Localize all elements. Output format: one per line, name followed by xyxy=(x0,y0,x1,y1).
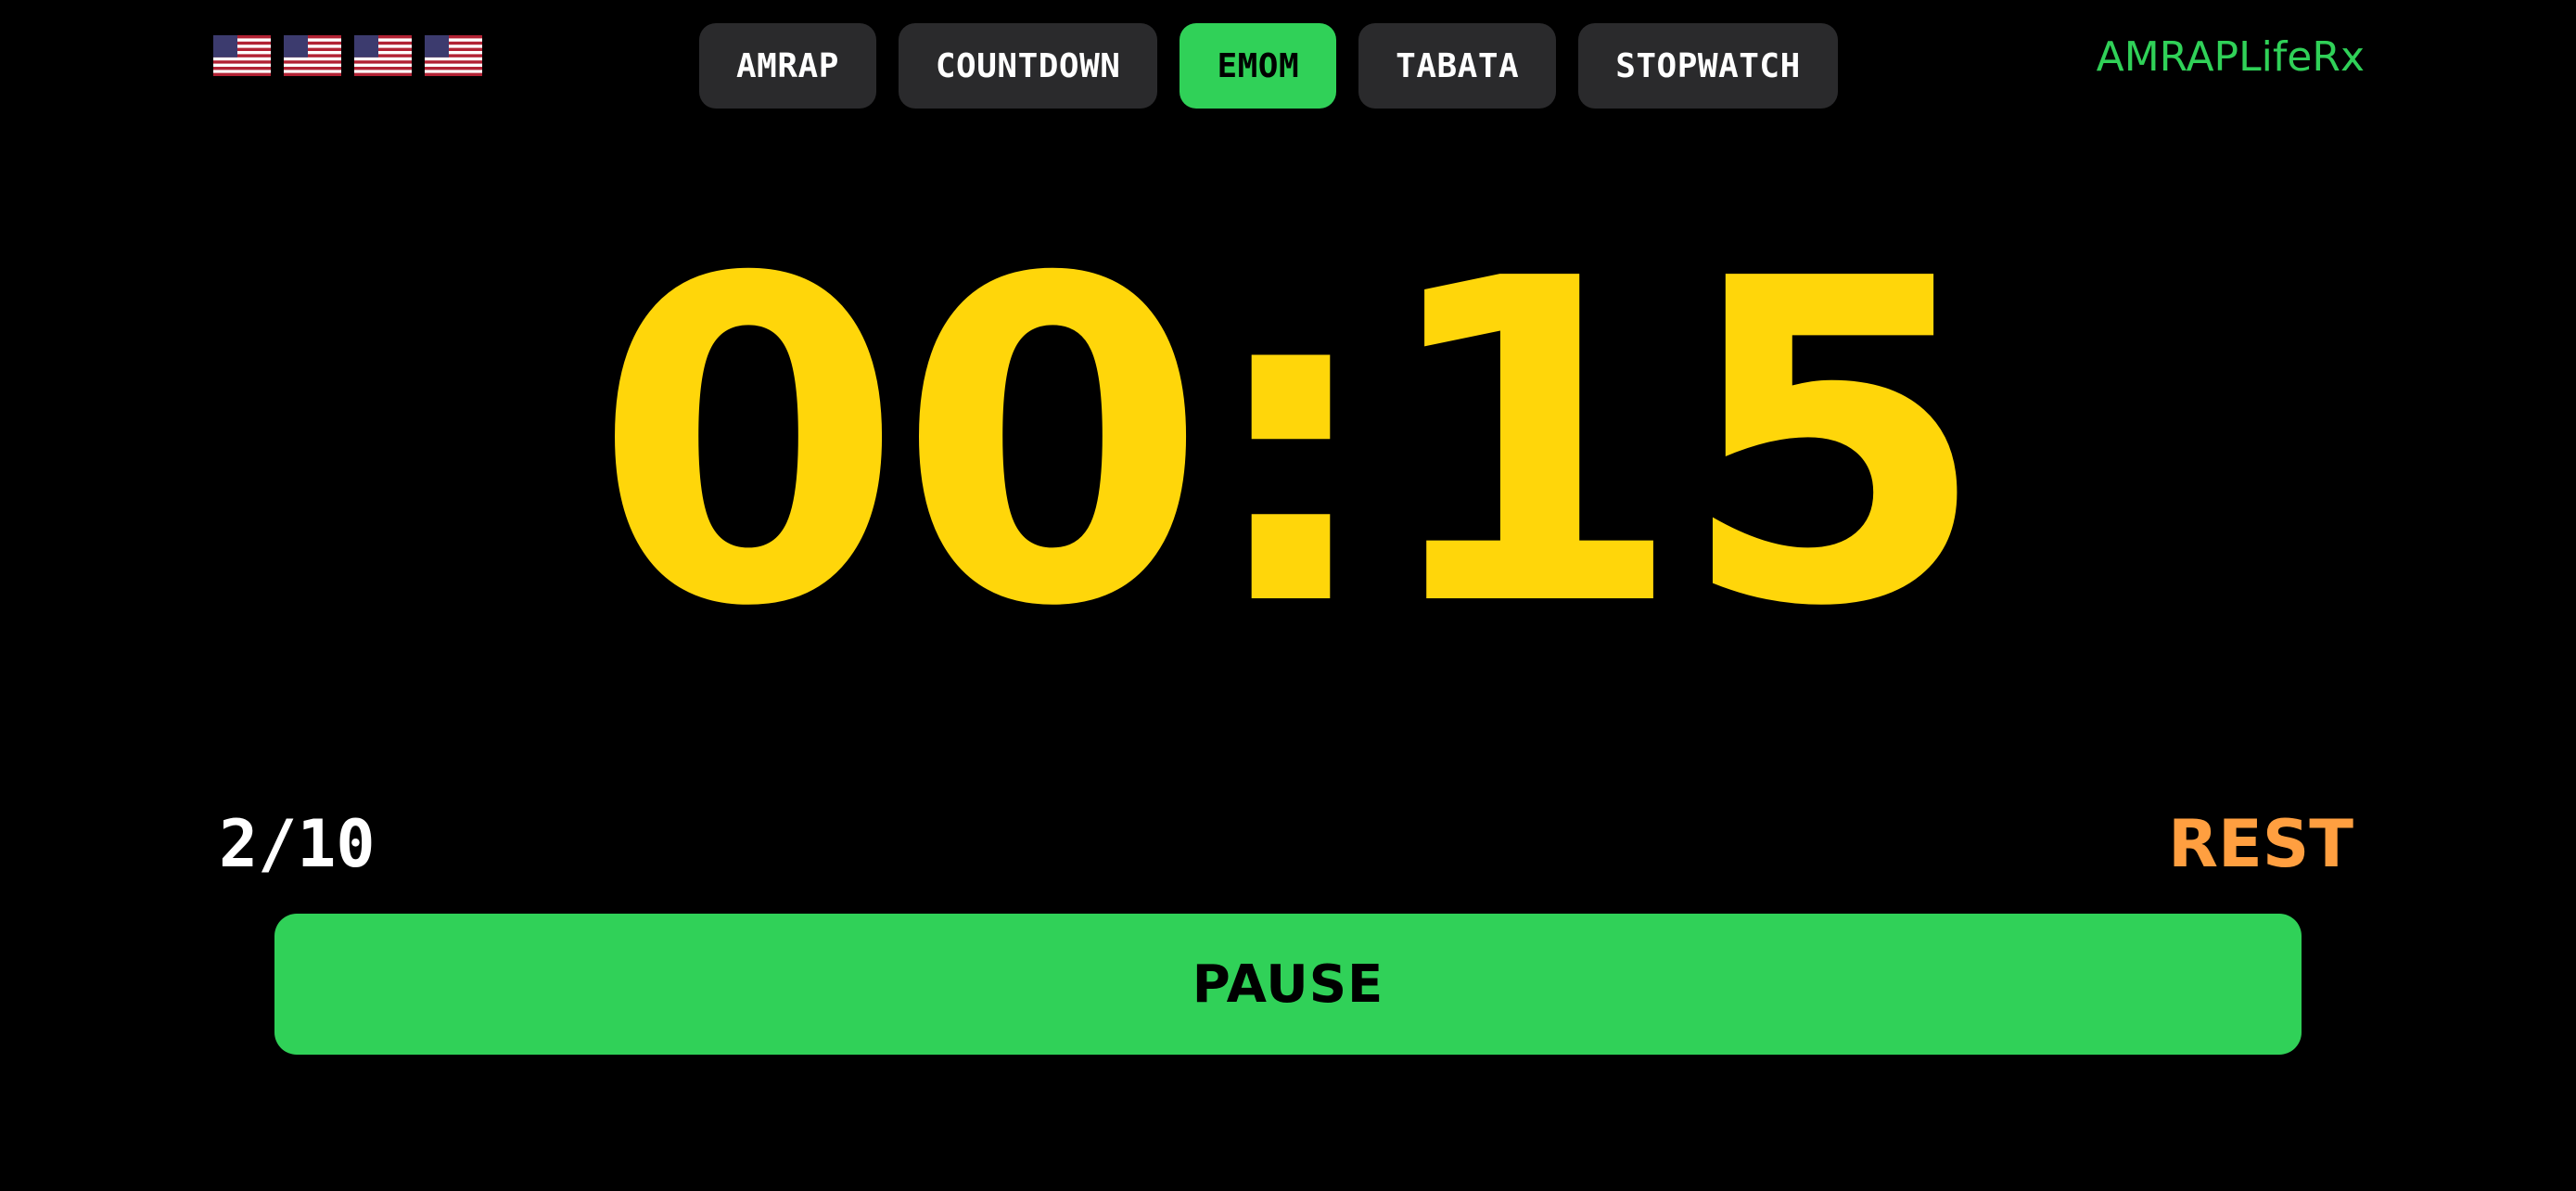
language-flags xyxy=(213,35,482,76)
round-counter: 2/10 xyxy=(219,806,376,882)
us-flag-icon[interactable] xyxy=(213,35,271,76)
phase-label: REST xyxy=(2168,806,2353,882)
tab-amrap[interactable]: AMRAP xyxy=(699,23,876,109)
us-flag-icon[interactable] xyxy=(354,35,412,76)
timer-display: 00:15 xyxy=(593,186,1988,704)
tab-tabata[interactable]: TABATA xyxy=(1358,23,1557,109)
us-flag-icon[interactable] xyxy=(425,35,482,76)
brand-logo-text: AMRAPLifeRx xyxy=(2096,33,2365,81)
tab-countdown[interactable]: COUNTDOWN xyxy=(898,23,1158,109)
mode-tabs: AMRAP COUNTDOWN EMOM TABATA STOPWATCH xyxy=(699,23,1838,109)
us-flag-icon[interactable] xyxy=(284,35,341,76)
tab-emom[interactable]: EMOM xyxy=(1180,23,1337,109)
pause-button[interactable]: PAUSE xyxy=(274,914,2302,1055)
emom-timer-screen: AMRAP COUNTDOWN EMOM TABATA STOPWATCH AM… xyxy=(0,0,2576,1191)
tab-stopwatch[interactable]: STOPWATCH xyxy=(1578,23,1838,109)
